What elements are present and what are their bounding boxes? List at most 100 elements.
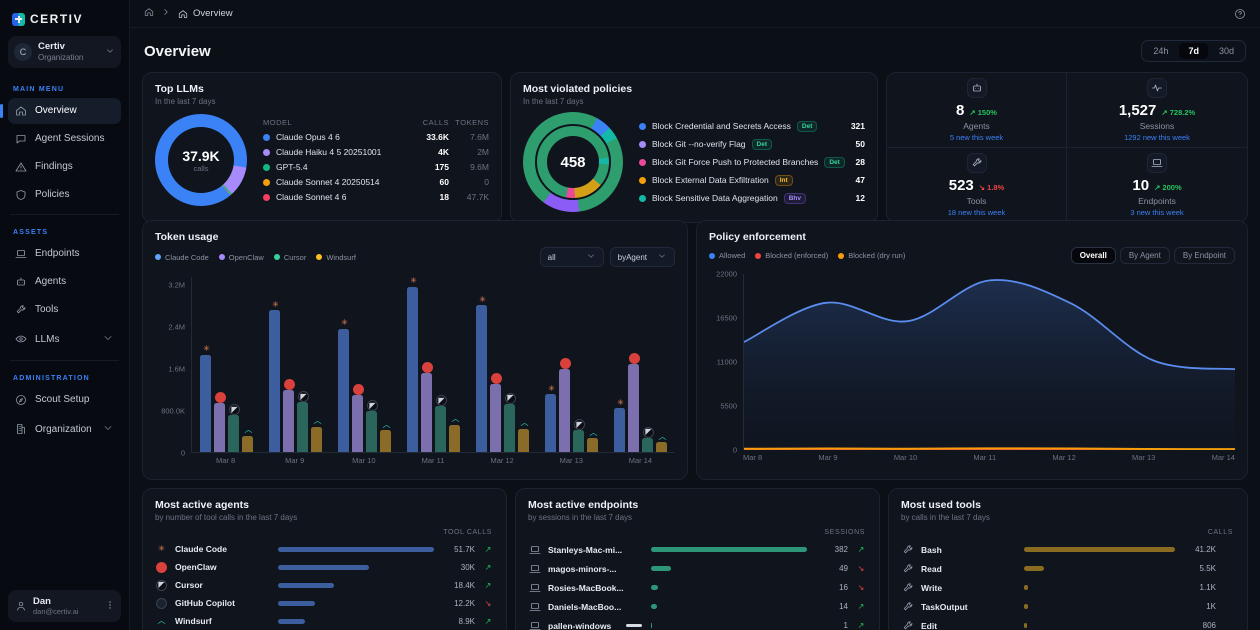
- list-item-write[interactable]: Write1.1K: [901, 578, 1235, 597]
- bar-windsurf[interactable]: ︿: [449, 414, 460, 452]
- list-item-pallen-windows[interactable]: pallen-windows1↗: [528, 616, 867, 630]
- list-item-taskoutput[interactable]: TaskOutput1K: [901, 597, 1235, 616]
- bar-cursor[interactable]: ◤: [504, 393, 515, 452]
- sidebar-item-llms[interactable]: LLMs: [8, 325, 121, 354]
- sidebar-item-agents[interactable]: Agents: [8, 269, 121, 295]
- tab-by-agent[interactable]: By Agent: [1120, 247, 1170, 264]
- bar-claude-code[interactable]: ✳: [614, 397, 625, 452]
- bar-cursor[interactable]: ◤: [297, 391, 308, 452]
- certiv-logo-icon: [12, 13, 25, 26]
- sidebar-item-organization[interactable]: Organization: [8, 415, 121, 444]
- bar-cursor[interactable]: ◤: [228, 404, 239, 452]
- legend-item[interactable]: Allowed: [709, 251, 745, 260]
- range-button-30d[interactable]: 30d: [1210, 43, 1243, 59]
- list-item-claude-code[interactable]: ✳Claude Code51.7K↗: [155, 540, 494, 558]
- sidebar-item-policies[interactable]: Policies: [8, 182, 121, 208]
- legend-item[interactable]: Blocked (enforced): [755, 251, 828, 260]
- legend-item[interactable]: OpenClaw: [219, 253, 264, 262]
- stat-link[interactable]: 5 new this week: [950, 133, 1003, 142]
- cursor-icon: ◤: [229, 404, 240, 415]
- bar-windsurf[interactable]: ︿: [656, 431, 667, 452]
- list-item-openclaw[interactable]: OpenClaw30K↗: [155, 558, 494, 576]
- llm-row[interactable]: GPT-5.41759.6M: [263, 160, 489, 175]
- user-menu[interactable]: Dan dan@certiv.ai: [8, 590, 121, 622]
- llm-row[interactable]: Claude Sonnet 4 61847.7K: [263, 190, 489, 205]
- stat-link[interactable]: 3 new this week: [1130, 208, 1183, 217]
- card-subtitle: by sessions in the last 7 days: [528, 513, 867, 522]
- bar-group-mar-12: ✳ ◤︿: [468, 277, 537, 452]
- breadcrumb: Overview: [130, 0, 1260, 28]
- llm-row[interactable]: Claude Sonnet 4 20250514600: [263, 175, 489, 190]
- bar-windsurf[interactable]: ︿: [311, 416, 322, 452]
- bar-windsurf[interactable]: ︿: [380, 419, 391, 452]
- list-item-cursor[interactable]: ◤Cursor18.4K↗: [155, 576, 494, 594]
- list-item-rosies-macbook-[interactable]: Rosies-MacBook...16↘: [528, 578, 867, 597]
- scope-select[interactable]: all: [540, 247, 604, 267]
- sidebar-item-endpoints[interactable]: Endpoints: [8, 241, 121, 267]
- bar-claude-code[interactable]: ✳: [269, 299, 280, 452]
- nav-section-label: ASSETS: [8, 221, 121, 241]
- sidebar-item-agent-sessions[interactable]: Agent Sessions: [8, 126, 121, 152]
- list-item-read[interactable]: Read5.5K: [901, 559, 1235, 578]
- legend-item[interactable]: Claude Code: [155, 253, 209, 262]
- group-by-select[interactable]: byAgent: [610, 247, 675, 267]
- list-item-edit[interactable]: Edit806: [901, 616, 1235, 630]
- legend-item[interactable]: Cursor: [274, 253, 307, 262]
- policy-row[interactable]: Block Credential and Secrets AccessDet32…: [639, 117, 865, 135]
- home-icon[interactable]: [144, 7, 154, 20]
- legend-item[interactable]: Windsurf: [316, 253, 356, 262]
- bar-openclaw[interactable]: [559, 358, 570, 452]
- openclaw-icon: [284, 379, 295, 390]
- help-icon[interactable]: [1234, 8, 1246, 20]
- bar-cursor[interactable]: ◤: [435, 395, 446, 452]
- value-bar: [1024, 566, 1044, 571]
- trend-up-icon: ↗: [482, 617, 494, 626]
- list-item-magos-minors-[interactable]: magos-minors-...49↘: [528, 559, 867, 578]
- sidebar-item-overview[interactable]: Overview: [8, 98, 121, 124]
- bar-cursor[interactable]: ◤: [573, 419, 584, 452]
- bar-claude-code[interactable]: ✳: [338, 318, 349, 452]
- bar-openclaw[interactable]: [214, 392, 225, 452]
- openclaw-icon: [353, 384, 364, 395]
- policy-row[interactable]: Block External Data ExfiltrationInt47: [639, 171, 865, 189]
- range-button-7d[interactable]: 7d: [1179, 43, 1208, 59]
- bar-claude-code[interactable]: ✳: [200, 344, 211, 452]
- org-selector[interactable]: C Certiv Organization: [8, 36, 121, 68]
- breadcrumb-current[interactable]: Overview: [178, 8, 233, 19]
- horizontal-scrollbar[interactable]: [626, 624, 642, 627]
- bar-cursor[interactable]: ◤: [642, 427, 653, 452]
- llm-row[interactable]: Claude Opus 4 633.6K7.6M: [263, 130, 489, 145]
- bar-claude-code[interactable]: ✳: [407, 276, 418, 452]
- bar-openclaw[interactable]: [352, 384, 363, 452]
- sidebar-item-scout-setup[interactable]: Scout Setup: [8, 387, 121, 413]
- legend-item[interactable]: Blocked (dry run): [838, 251, 905, 260]
- sidebar-item-tools[interactable]: Tools: [8, 297, 121, 323]
- stat-link[interactable]: 1292 new this week: [1124, 133, 1190, 142]
- sidebar-item-findings[interactable]: Findings: [8, 154, 121, 180]
- tab-by-endpoint[interactable]: By Endpoint: [1174, 247, 1235, 264]
- policy-row[interactable]: Block Git Force Push to Protected Branch…: [639, 153, 865, 171]
- bar-windsurf[interactable]: ︿: [587, 427, 598, 452]
- kebab-menu-icon[interactable]: [105, 597, 115, 615]
- bar-cursor[interactable]: ◤: [366, 400, 377, 452]
- bar-windsurf[interactable]: ︿: [242, 425, 253, 452]
- bar-openclaw[interactable]: [421, 362, 432, 452]
- list-item-bash[interactable]: Bash41.2K: [901, 540, 1235, 559]
- tab-overall[interactable]: Overall: [1071, 247, 1116, 264]
- range-button-24h[interactable]: 24h: [1144, 43, 1177, 59]
- bar-openclaw[interactable]: [628, 353, 639, 452]
- list-item-daniels-macboo-[interactable]: Daniels-MacBoo...14↗: [528, 597, 867, 616]
- list-item-windsurf[interactable]: ︿Windsurf8.9K↗: [155, 612, 494, 630]
- bar-claude-code[interactable]: ✳: [545, 383, 556, 452]
- bar-windsurf[interactable]: ︿: [518, 418, 529, 452]
- policy-row[interactable]: Block Git --no-verify FlagDet50: [639, 135, 865, 153]
- windsurf-icon: ︿: [312, 416, 323, 427]
- stat-link[interactable]: 18 new this week: [948, 208, 1006, 217]
- bar-claude-code[interactable]: ✳: [476, 294, 487, 452]
- list-item-stanleys-mac-mi-[interactable]: Stanleys-Mac-mi...382↗: [528, 540, 867, 559]
- bar-openclaw[interactable]: [283, 379, 294, 452]
- llm-row[interactable]: Claude Haiku 4 5 202510014K2M: [263, 145, 489, 160]
- bar-openclaw[interactable]: [490, 373, 501, 452]
- policy-row[interactable]: Block Sensitive Data AggregationBhv12: [639, 189, 865, 207]
- list-item-github-copilot[interactable]: GitHub Copilot12.2K↘: [155, 594, 494, 612]
